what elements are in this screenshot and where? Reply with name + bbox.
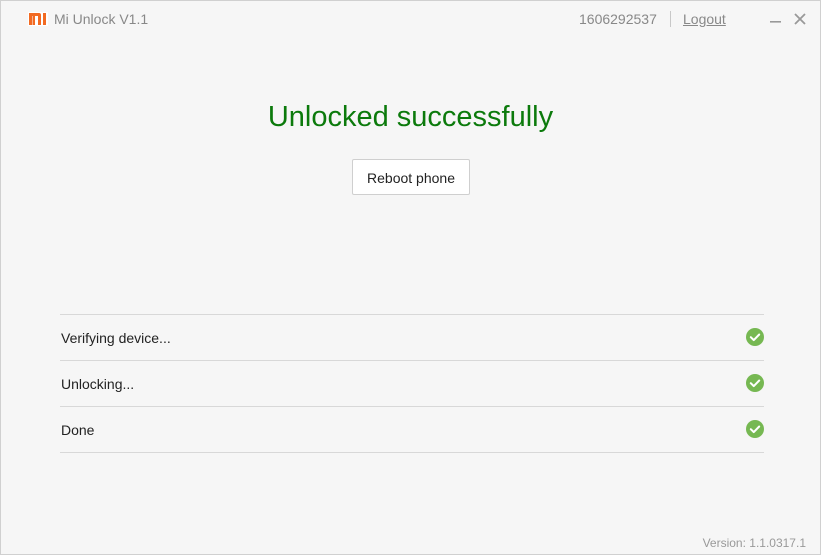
title-bar: Mi Unlock V1.1 1606292537 Logout	[1, 1, 820, 39]
logout-link[interactable]: Logout	[683, 11, 726, 27]
step-label: Unlocking...	[61, 376, 135, 392]
step-label: Done	[61, 422, 95, 438]
mi-unlock-window: Mi Unlock V1.1 1606292537 Logout Unlocke…	[0, 0, 821, 555]
app-title: Mi Unlock V1.1	[54, 11, 149, 27]
reboot-phone-button[interactable]: Reboot phone	[352, 159, 470, 195]
check-circle-icon	[746, 328, 764, 346]
minimize-icon[interactable]	[768, 10, 784, 28]
step-label: Verifying device...	[61, 330, 171, 346]
step-row: Verifying device...	[60, 315, 764, 361]
check-circle-icon	[746, 374, 764, 392]
version-label: Version: 1.1.0317.1	[702, 536, 806, 550]
account-id: 1606292537	[579, 11, 657, 27]
progress-steps: Verifying device... Unlocking... Done	[60, 314, 764, 453]
status-title: Unlocked successfully	[267, 101, 554, 133]
check-circle-icon	[746, 420, 764, 438]
divider	[670, 11, 671, 27]
step-row: Done	[60, 407, 764, 453]
mi-logo-icon	[28, 12, 48, 26]
close-icon[interactable]	[792, 10, 808, 28]
step-row: Unlocking...	[60, 361, 764, 407]
